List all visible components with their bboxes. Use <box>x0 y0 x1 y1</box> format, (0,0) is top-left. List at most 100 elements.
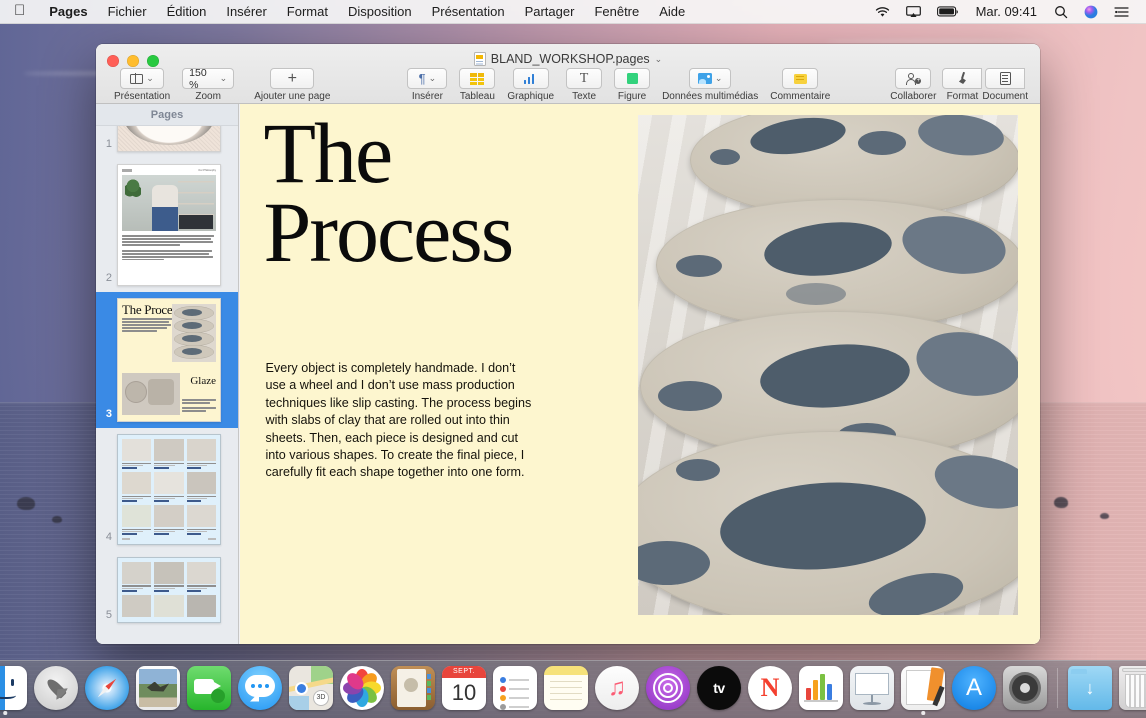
menu-item-partager[interactable]: Partager <box>515 0 585 24</box>
control-center-icon[interactable] <box>1107 0 1136 24</box>
dock-item-system-preferences[interactable] <box>1003 665 1047 710</box>
window-titlebar: BLAND_WORKSHOP.pages ⌄ ⌄ Présentation 15… <box>96 44 1040 104</box>
menu-bar-clock[interactable]: Mar. 09:41 <box>968 4 1045 19</box>
dock-item-mail[interactable] <box>136 665 180 710</box>
dock-item-pages[interactable] <box>901 665 945 715</box>
dock-item-reminders[interactable] <box>493 665 537 710</box>
thumbnail-page-3[interactable]: 3 The Process Glaze <box>96 292 238 428</box>
page-thumb-image <box>117 556 221 624</box>
table-button[interactable]: Tableau <box>459 68 496 102</box>
dock-item-finder[interactable] <box>0 665 27 715</box>
chart-label: Graphique <box>507 91 555 102</box>
page-thumb-image <box>117 126 221 152</box>
chart-button[interactable]: Graphique <box>507 68 554 102</box>
battery-icon[interactable] <box>930 0 966 24</box>
ceramic-plates-photo[interactable] <box>637 115 1018 615</box>
chevron-down-icon[interactable]: ⌄ <box>655 54 663 65</box>
page-thumb-image <box>117 434 221 545</box>
dock-item-keynote[interactable] <box>850 665 894 710</box>
dock-item-numbers[interactable] <box>799 665 843 710</box>
heading-line-1: The <box>263 105 394 201</box>
menu-item-aide[interactable]: Aide <box>649 0 695 24</box>
zoom-control[interactable]: 150 % ⌄ Zoom <box>182 67 235 102</box>
wifi-icon[interactable] <box>868 0 897 24</box>
collaborate-icon: + <box>906 72 922 85</box>
insert-button[interactable]: ¶ ⌄ Insérer <box>407 68 448 102</box>
running-indicator <box>3 711 7 715</box>
text-button[interactable]: T Texte <box>566 68 603 102</box>
window-body: Pages 1 2 Our Philosophy 3 The Process G… <box>96 104 1040 644</box>
dock-item-news[interactable]: N <box>748 665 792 710</box>
collaborate-button[interactable]: + Collaborer <box>890 68 936 102</box>
menu-bar:  Pages Fichier Édition Insérer Format D… <box>0 0 1146 24</box>
format-label: Format <box>946 91 979 102</box>
toolbar-group-collaborate: + Collaborer <box>884 68 942 102</box>
add-page-button[interactable]: + Ajouter une page <box>254 68 330 102</box>
view-button[interactable]: ⌄ Présentation <box>114 68 170 102</box>
insert-label: Insérer <box>411 91 443 102</box>
menu-item-format[interactable]: Format <box>277 0 338 24</box>
thumbnail-page-2[interactable]: 2 Our Philosophy <box>96 158 238 292</box>
menu-item-inserer[interactable]: Insérer <box>216 0 276 24</box>
text-box-icon: T <box>579 70 589 86</box>
menu-item-disposition[interactable]: Disposition <box>338 0 422 24</box>
dock-item-messages[interactable] <box>238 665 282 710</box>
bar-chart-icon <box>523 73 538 84</box>
dock-item-photos[interactable] <box>340 665 384 710</box>
dock-item-maps[interactable]: 3D <box>289 665 333 710</box>
news-label: N <box>760 672 780 702</box>
dock-item-music[interactable]: ♫ <box>595 665 639 710</box>
comment-button[interactable]: Commentaire <box>770 68 830 102</box>
media-image-icon <box>697 73 712 84</box>
page-heading[interactable]: The Process <box>263 105 515 275</box>
add-page-label: Ajouter une page <box>254 91 331 102</box>
page-number: 5 <box>105 609 112 622</box>
thumbnail-page-1[interactable]: 1 <box>96 126 238 158</box>
document-label: Document <box>982 91 1028 102</box>
document-button[interactable]: Document <box>982 68 1028 102</box>
toolbar-group-insert: ¶ ⌄ Insérer Tableau Graphique T Texte Fi… <box>401 68 836 102</box>
shape-button[interactable]: Figure <box>614 68 651 102</box>
dock-item-podcasts[interactable] <box>646 665 690 710</box>
dock-item-contacts[interactable] <box>391 665 435 710</box>
document-canvas[interactable]: The Process Every object is completely h… <box>239 104 1040 644</box>
chevron-down-icon: ⌄ <box>219 73 228 83</box>
menu-item-edition[interactable]: Édition <box>157 0 217 24</box>
siri-icon[interactable] <box>1077 0 1105 24</box>
dock-item-appstore[interactable]: A <box>952 665 996 710</box>
menu-item-presentation[interactable]: Présentation <box>422 0 515 24</box>
dock-item-notes[interactable] <box>544 665 588 710</box>
page-number: 2 <box>105 272 112 284</box>
page-body-text[interactable]: Every object is completely handmade. I d… <box>266 360 538 482</box>
thumbnail-page-5[interactable]: 5 <box>96 551 238 630</box>
dock: 3D SEPT. 10 ♫ tv N A ↓ <box>0 660 1146 718</box>
document-page[interactable]: The Process Every object is completely h… <box>239 104 1040 644</box>
dock-item-safari[interactable] <box>85 665 129 710</box>
page-thumbnails-sidebar: Pages 1 2 Our Philosophy 3 The Process G… <box>96 104 239 644</box>
dock-separator <box>1057 667 1058 708</box>
menu-bar-status-area: Mar. 09:41 <box>868 0 1146 24</box>
dock-item-appletv[interactable]: tv <box>697 665 741 710</box>
thumb-subheading: Glaze <box>190 375 216 387</box>
media-button[interactable]: ⌄ Données multimédias <box>662 68 758 102</box>
dock-item-trash[interactable] <box>1119 665 1146 710</box>
dock-item-downloads[interactable]: ↓ <box>1068 665 1112 710</box>
shape-icon <box>626 73 638 84</box>
format-button[interactable]: Format <box>942 68 983 102</box>
chevron-down-icon: ⌄ <box>714 73 723 83</box>
dock-item-launchpad[interactable] <box>34 665 78 710</box>
menu-item-fenetre[interactable]: Fenêtre <box>584 0 649 24</box>
dock-item-calendar[interactable]: SEPT. 10 <box>442 665 486 710</box>
thumbnail-list[interactable]: 1 2 Our Philosophy 3 The Process Glaze 4… <box>96 126 238 644</box>
page-thumb-image: The Process Glaze <box>117 298 221 422</box>
dock-item-facetime[interactable] <box>187 665 231 710</box>
menu-item-fichier[interactable]: Fichier <box>98 0 157 24</box>
view-layout-icon <box>130 73 144 84</box>
search-icon[interactable] <box>1047 0 1075 24</box>
thumbnail-page-4[interactable]: 4 <box>96 428 238 551</box>
airplay-icon[interactable] <box>899 0 928 24</box>
menu-item-pages[interactable]: Pages <box>39 0 97 24</box>
table-label: Tableau <box>459 91 495 102</box>
document-title-area[interactable]: BLAND_WORKSHOP.pages ⌄ <box>96 52 1040 66</box>
apple-logo-icon[interactable]:  <box>14 3 25 18</box>
